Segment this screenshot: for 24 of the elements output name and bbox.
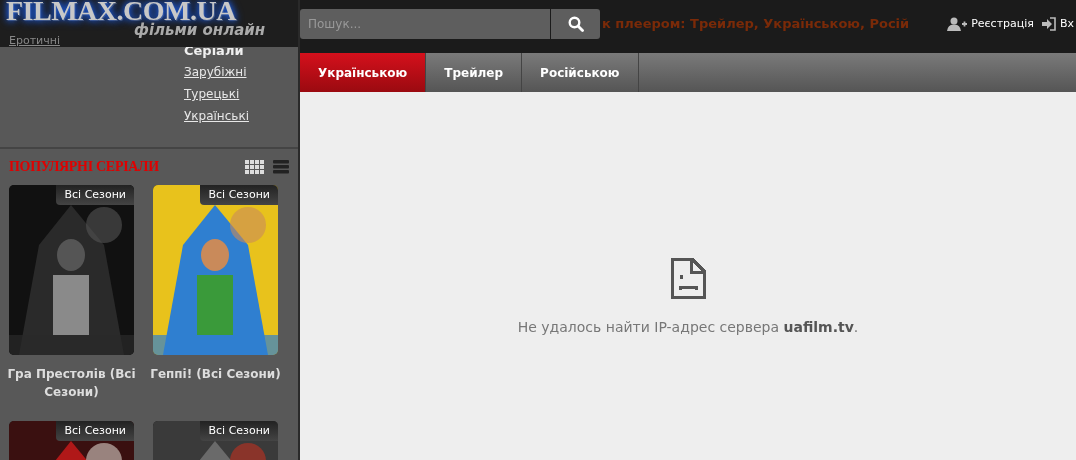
genre-link[interactable]: Еротичні [9, 34, 60, 47]
login-icon [1041, 16, 1056, 31]
search-field[interactable]: Пошук... [300, 8, 550, 39]
search-icon [567, 15, 584, 32]
season-badge: Всі Сезони [200, 185, 278, 205]
season-badge: Всі Сезони [56, 421, 134, 441]
series-title[interactable]: Геппі! (Всі Сезони) [148, 365, 283, 383]
player-tab[interactable]: Українською [300, 53, 427, 92]
series-title[interactable]: Гра Престолів (Всі Сезони) [4, 365, 139, 401]
error-message: Не удалось найти IP-адрес сервера uafilm.tv. [517, 319, 859, 335]
menu-link[interactable]: Українські [184, 108, 249, 124]
season-badge: Всі Сезони [200, 421, 278, 441]
add-user-icon [947, 16, 968, 31]
section-heading: ПОПУЛЯРНІ СЕРІАЛИ [9, 159, 160, 175]
search-button[interactable] [551, 8, 600, 39]
grid-view-icon[interactable] [245, 160, 265, 174]
menu-link[interactable]: Зарубіжні [184, 64, 247, 80]
menu-link[interactable]: Турецькі [184, 86, 240, 102]
season-badge: Всі Сезони [56, 185, 134, 205]
user-link[interactable]: Вх [1041, 16, 1074, 31]
page-title: к плеером: Трейлер, Українською, Росій [602, 16, 910, 31]
sad-page-icon [670, 257, 706, 299]
user-link[interactable]: Реєстрація [947, 16, 1034, 31]
menu-heading: Серіали [184, 43, 244, 58]
